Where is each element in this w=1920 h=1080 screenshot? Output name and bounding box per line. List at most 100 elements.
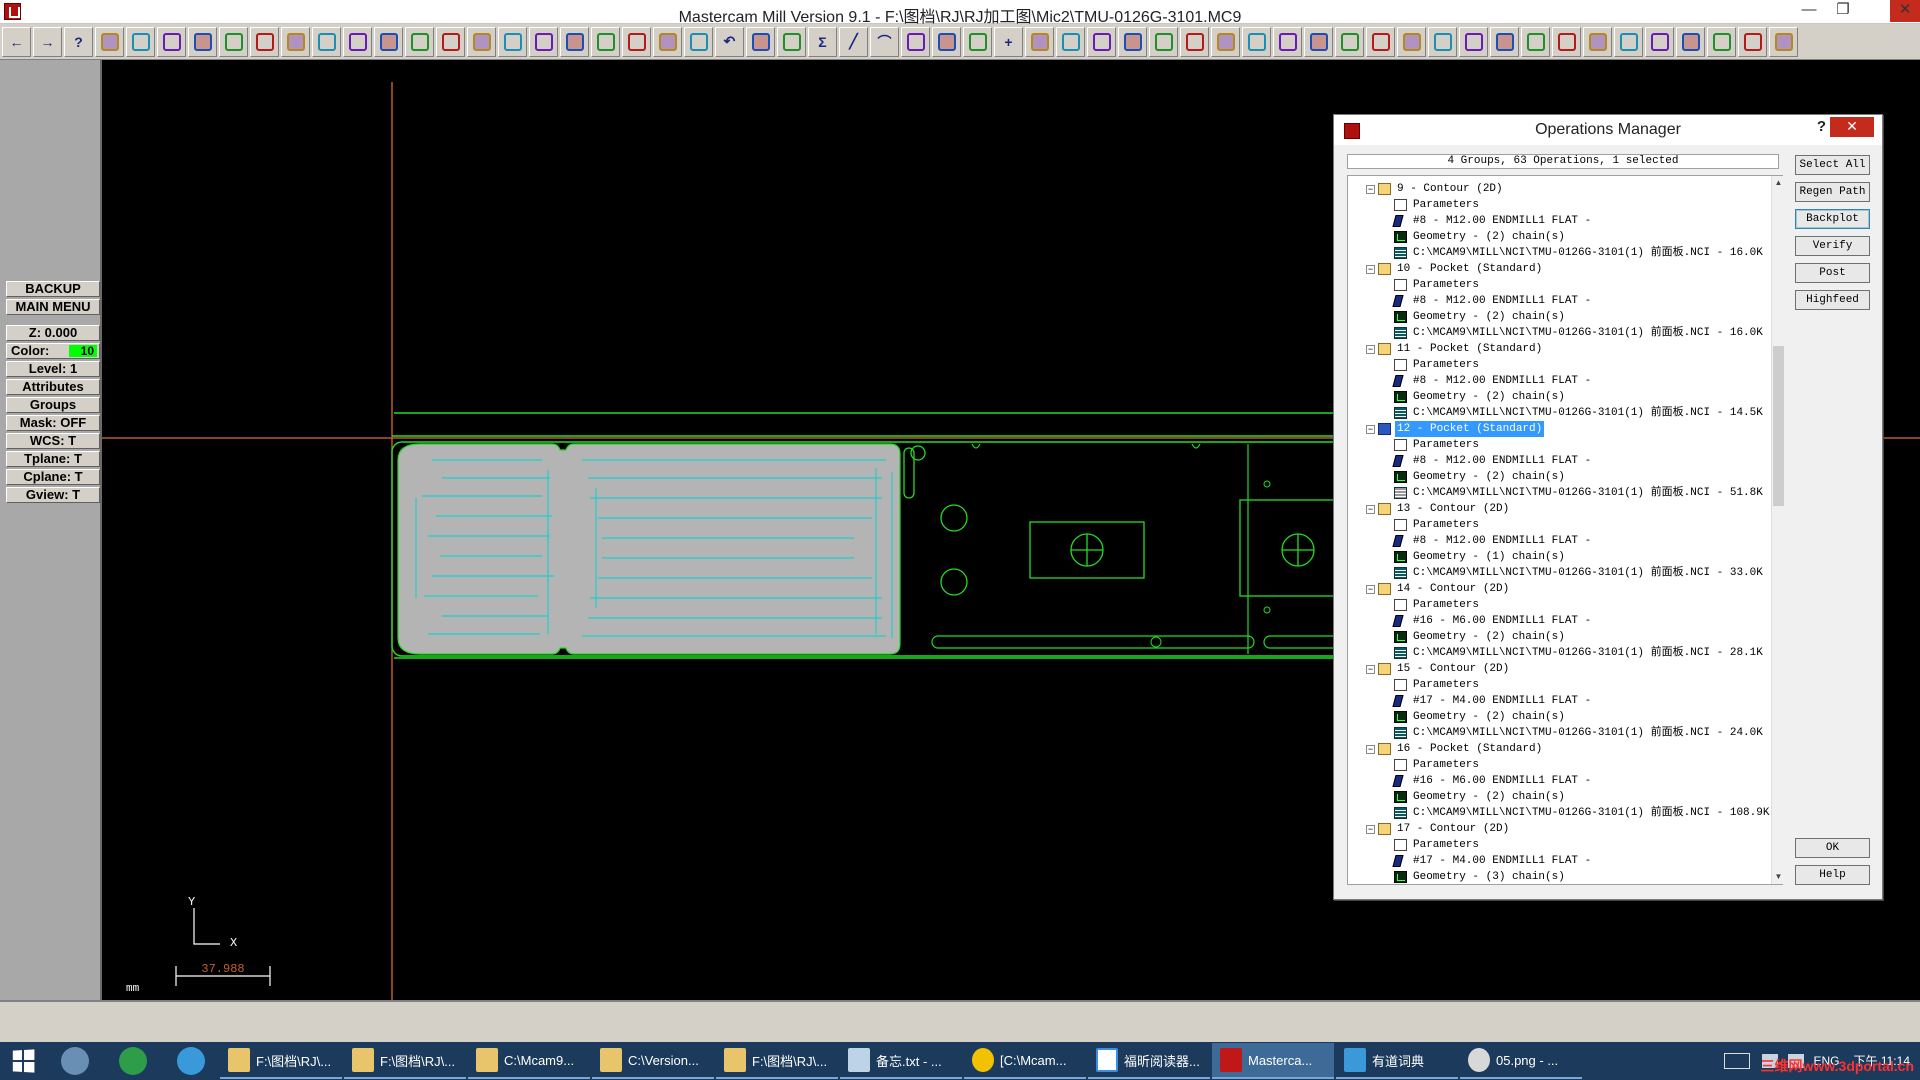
task-mastercam[interactable]: Masterca...	[1212, 1043, 1334, 1079]
pinned-dict-icon[interactable]	[162, 1042, 220, 1080]
view-front-icon[interactable]	[498, 26, 527, 57]
point-icon[interactable]: +	[994, 26, 1023, 57]
dialog-close-button[interactable]: ✕	[1830, 117, 1874, 137]
groups-button[interactable]: Groups	[6, 397, 100, 413]
screen-icon[interactable]	[1521, 26, 1550, 57]
eraser-icon[interactable]	[591, 26, 620, 57]
task-notepad[interactable]: 备忘.txt - ...	[840, 1043, 962, 1079]
levels-icon[interactable]	[1087, 26, 1116, 57]
task-image-viewer[interactable]: 05.png - ...	[1460, 1043, 1582, 1079]
operation-params-row[interactable]: Parameters	[1394, 757, 1481, 773]
operation-geom-row[interactable]: Geometry - (2) chain(s)	[1394, 789, 1567, 805]
what-is-icon[interactable]	[126, 26, 155, 57]
operation-nci-row[interactable]: C:\MCAM9\MILL\NCI\TMU-0126G-3101(1) 前面板.…	[1394, 725, 1765, 741]
extend-icon[interactable]	[1180, 26, 1209, 57]
scroll-up-arrow-icon[interactable]: ▲	[1772, 176, 1785, 190]
cube-iso-icon[interactable]	[436, 26, 465, 57]
spline-icon[interactable]	[932, 26, 961, 57]
task-folder-5[interactable]: F:\图档\RJ\...	[716, 1043, 838, 1079]
translate-icon[interactable]	[684, 26, 713, 57]
z-depth-button[interactable]: Z: 0.000	[6, 325, 100, 341]
modify-icon[interactable]	[1242, 26, 1271, 57]
operation-tool-row[interactable]: #8 - M12.00 ENDMILL1 FLAT -	[1392, 453, 1593, 469]
group-icon[interactable]	[777, 26, 806, 57]
pinned-file-explorer-icon[interactable]	[46, 1042, 104, 1080]
operation-nci-row[interactable]: C:\MCAM9\MILL\NCI\TMU-0126G-3101(1) 前面板.…	[1394, 565, 1765, 581]
operation-geom-row[interactable]: Geometry - (2) chain(s)	[1394, 469, 1567, 485]
transform-icon[interactable]	[653, 26, 682, 57]
fillet-icon[interactable]	[901, 26, 930, 57]
select-icon[interactable]	[281, 26, 310, 57]
operations-tree[interactable]: − 9 - Contour (2D) Parameters #8 - M12.00 E…	[1347, 175, 1783, 885]
grid-icon[interactable]	[1428, 26, 1457, 57]
task-folder-1[interactable]: F:\图档\RJ\...	[220, 1043, 342, 1079]
collapse-toggle-icon[interactable]: −	[1366, 425, 1375, 434]
view-side-icon[interactable]	[529, 26, 558, 57]
forward-arrow-icon[interactable]: →	[33, 26, 62, 57]
operation-params-row[interactable]: Parameters	[1394, 197, 1481, 213]
operation-nci-row[interactable]: C:\MCAM9\MILL\NCI\TMU-0126G-3101(1) 前面板.…	[1394, 485, 1765, 501]
drill-icon[interactable]	[1645, 26, 1674, 57]
operation-params-row[interactable]: Parameters	[1394, 597, 1481, 613]
toolpath-icon[interactable]	[1583, 26, 1612, 57]
operation-params-row[interactable]: Parameters	[1394, 277, 1481, 293]
exit-icon[interactable]	[1769, 26, 1798, 57]
join-icon[interactable]	[1211, 26, 1240, 57]
operation-nci-row[interactable]: C:\MCAM9\MILL\NCI\TMU-0126G-3101(1) 前面板.…	[1394, 405, 1765, 421]
pan-icon[interactable]	[250, 26, 279, 57]
surface-rough-icon[interactable]	[1676, 26, 1705, 57]
operation-row[interactable]: 16 - Pocket (Standard)	[1378, 741, 1544, 757]
operation-nci-row[interactable]: C:\MCAM9\MILL\NCI\TMU-0126G-3101(1) 前面板.…	[1394, 245, 1765, 261]
rotate-icon[interactable]	[1304, 26, 1333, 57]
operation-geom-row[interactable]: Geometry - (3) chain(s)	[1394, 869, 1567, 884]
operation-nci-row[interactable]: C:\MCAM9\MILL\NCI\TMU-0126G-3101(1) 前面板.…	[1394, 645, 1765, 661]
operation-tool-row[interactable]: #8 - M12.00 ENDMILL1 FLAT -	[1392, 213, 1593, 229]
ok-button[interactable]: OK	[1795, 838, 1870, 858]
scale-icon[interactable]	[1366, 26, 1395, 57]
help-button[interactable]: Help	[1795, 865, 1870, 885]
collapse-toggle-icon[interactable]: −	[1366, 505, 1375, 514]
operations-tree-scrollbar[interactable]: ▲ ▼	[1771, 176, 1784, 884]
collapse-toggle-icon[interactable]: −	[1366, 825, 1375, 834]
mirror-icon[interactable]	[1273, 26, 1302, 57]
view-top-icon[interactable]	[467, 26, 496, 57]
collapse-toggle-icon[interactable]: −	[1366, 265, 1375, 274]
start-button[interactable]	[0, 1042, 46, 1080]
verify-button[interactable]: Verify	[1795, 236, 1870, 256]
cube-front-icon[interactable]	[374, 26, 403, 57]
operation-params-row[interactable]: Parameters	[1394, 517, 1481, 533]
collapse-toggle-icon[interactable]: −	[1366, 185, 1375, 194]
no-entry-icon[interactable]	[622, 26, 651, 57]
offset-icon[interactable]	[1335, 26, 1364, 57]
mask-button[interactable]: Mask: OFF	[6, 415, 100, 431]
trim-icon[interactable]	[1118, 26, 1147, 57]
restore-button[interactable]: ❐	[1828, 0, 1858, 22]
operation-geom-row[interactable]: Geometry - (2) chain(s)	[1394, 629, 1567, 645]
wcs-button[interactable]: WCS: T	[6, 433, 100, 449]
operation-row[interactable]: 13 - Contour (2D)	[1378, 501, 1511, 517]
operation-tool-row[interactable]: #16 - M6.00 ENDMILL1 FLAT -	[1392, 613, 1593, 629]
sigma-icon[interactable]: Σ	[808, 26, 837, 57]
undo-icon[interactable]: ↶	[715, 26, 744, 57]
help-icon[interactable]: ?	[64, 26, 93, 57]
regen-path-button[interactable]: Regen Path	[1795, 182, 1870, 202]
collapse-toggle-icon[interactable]: −	[1366, 585, 1375, 594]
surface-icon[interactable]	[1025, 26, 1054, 57]
solid-icon[interactable]	[1056, 26, 1085, 57]
task-folder-4[interactable]: C:\Version...	[592, 1043, 714, 1079]
task-ultraedit[interactable]: [C:\Mcam...	[964, 1043, 1086, 1079]
zoom-out-icon[interactable]	[219, 26, 248, 57]
tplane-button[interactable]: Tplane: T	[6, 451, 100, 467]
operation-geom-row[interactable]: Geometry - (1) chain(s)	[1394, 549, 1567, 565]
keyboard-icon[interactable]	[1723, 1053, 1750, 1069]
close-window-button[interactable]: ✕	[1890, 0, 1920, 22]
pocket-icon[interactable]	[1614, 26, 1643, 57]
zoom-in-icon[interactable]	[188, 26, 217, 57]
zoom-window-icon[interactable]	[157, 26, 186, 57]
view-iso-icon[interactable]	[560, 26, 589, 57]
level-button[interactable]: Level: 1	[6, 361, 100, 377]
operation-geom-row[interactable]: Geometry - (2) chain(s)	[1394, 309, 1567, 325]
task-foxit[interactable]: 福昕阅读器...	[1088, 1043, 1210, 1079]
operations-manager-titlebar[interactable]: Operations Manager ? ✕	[1334, 115, 1882, 145]
sphere-icon[interactable]	[746, 26, 775, 57]
